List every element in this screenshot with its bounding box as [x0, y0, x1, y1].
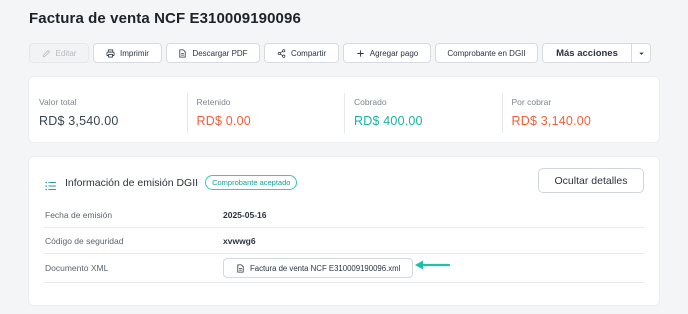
share-button[interactable]: Compartir	[264, 43, 339, 63]
dgii-details-list: Fecha de emisión 2025-05-16 Código de se…	[44, 202, 644, 283]
plus-icon	[356, 49, 365, 58]
dgii-info-title: Información de emisión DGII	[65, 176, 199, 189]
stat-label: Cobrado	[354, 97, 387, 107]
dgii-receipt-label: Comprobante en DGII	[447, 48, 526, 58]
more-actions-label: Más acciones	[556, 47, 618, 59]
row-label: Código de seguridad	[45, 235, 124, 246]
total-value-stat: Valor total RD$ 3,540.00	[29, 77, 187, 142]
retained-stat: Retenido RD$ 0.00	[186, 77, 345, 142]
add-payment-label: Agregar pago	[369, 48, 419, 58]
dgii-receipt-button[interactable]: Comprobante en DGII	[435, 43, 538, 63]
xml-document-row: Documento XML Factura de venta NCF E3100…	[44, 254, 644, 283]
hide-details-button[interactable]: Ocultar detalles	[538, 168, 644, 193]
stat-label: Valor total	[39, 97, 77, 107]
stat-value: RD$ 400.00	[354, 114, 423, 128]
row-value: xvwwg6	[223, 235, 256, 246]
list-icon	[45, 178, 57, 190]
pencil-icon	[42, 49, 51, 58]
stat-label: Retenido	[196, 97, 231, 107]
edit-label: Editar	[55, 48, 77, 58]
document-icon	[236, 263, 245, 273]
print-button[interactable]: Imprimir	[93, 43, 162, 63]
totals-card: Valor total RD$ 3,540.00 Retenido RD$ 0.…	[29, 77, 659, 142]
xml-filename: Factura de venta NCF E310009190096.xml	[250, 263, 401, 273]
issue-date-row: Fecha de emisión 2025-05-16	[44, 202, 644, 228]
stat-value: RD$ 0.00	[196, 114, 251, 128]
stat-value: RD$ 3,140.00	[511, 114, 592, 128]
download-pdf-label: Descargar PDF	[192, 48, 248, 58]
download-pdf-button[interactable]: Descargar PDF	[166, 43, 260, 63]
security-code-row: Código de seguridad xvwwg6	[44, 228, 644, 254]
status-badge: Comprobante aceptado	[205, 175, 298, 190]
more-actions-button[interactable]: Más acciones	[542, 43, 632, 63]
xml-download-button[interactable]: Factura de venta NCF E310009190096.xml	[223, 258, 414, 278]
row-label: Fecha de emisión	[45, 209, 113, 220]
collected-stat: Cobrado RD$ 400.00	[344, 77, 502, 142]
row-value: 2025-05-16	[223, 209, 267, 220]
dgii-info-card: Información de emisión DGII Comprobante …	[29, 157, 659, 305]
document-icon	[178, 48, 187, 58]
add-payment-button[interactable]: Agregar pago	[343, 43, 431, 63]
stat-label: Por cobrar	[511, 97, 552, 107]
receivable-stat: Por cobrar RD$ 3,140.00	[501, 77, 660, 142]
share-icon	[277, 48, 286, 58]
row-label: Documento XML	[45, 263, 109, 273]
action-toolbar: Editar Imprimir Descargar PDF Compartir …	[29, 43, 651, 63]
stat-value: RD$ 3,540.00	[39, 114, 119, 128]
print-label: Imprimir	[120, 48, 149, 58]
printer-icon	[106, 48, 115, 58]
more-actions-dropdown[interactable]	[632, 43, 651, 63]
arrow-left-icon	[415, 260, 451, 270]
share-label: Compartir	[290, 48, 327, 58]
page-title: Factura de venta NCF E310009190096	[29, 10, 301, 27]
chevron-down-icon	[637, 49, 646, 58]
edit-button[interactable]: Editar	[29, 43, 89, 63]
dgii-info-header: Información de emisión DGII Comprobante …	[45, 175, 298, 190]
